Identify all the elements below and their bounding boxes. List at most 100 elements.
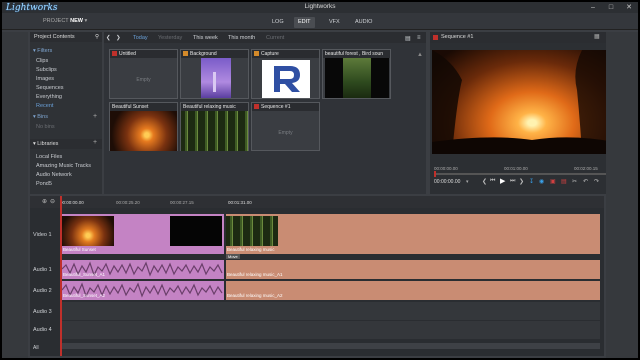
track-lane-audio-3[interactable] xyxy=(62,302,600,320)
timecode-end: 00:02:00.15 xyxy=(574,166,598,171)
minimize-icon[interactable]: – xyxy=(584,2,602,13)
add-bin-icon[interactable]: + xyxy=(93,113,97,120)
mark-out-icon[interactable]: ◉ xyxy=(539,178,544,185)
library-pond5[interactable]: Pond5 xyxy=(36,181,52,187)
track-audio-3[interactable]: Audio 3 xyxy=(30,309,60,315)
filter-recent[interactable]: Recent xyxy=(36,103,53,109)
library-local-files[interactable]: Local Files xyxy=(36,154,62,160)
forward-icon[interactable]: ❯ xyxy=(116,35,121,41)
item-untitled[interactable]: Untitled Empty xyxy=(109,49,178,99)
item-label: Untitled xyxy=(119,51,136,57)
forest-image xyxy=(181,111,248,151)
scroll-up-icon[interactable]: ▲ xyxy=(417,52,423,58)
filter-images[interactable]: Images xyxy=(36,76,54,82)
background-image xyxy=(201,58,231,98)
item-relaxing-music[interactable]: Beautiful relaxing music xyxy=(180,102,249,151)
zoom-out-icon[interactable]: ⊖ xyxy=(50,198,55,205)
filter-sequences[interactable]: Sequences xyxy=(36,85,64,91)
undo-icon[interactable]: ↶ xyxy=(583,178,588,185)
filter-current[interactable]: Current xyxy=(266,35,284,41)
item-label: Capture xyxy=(261,51,279,57)
item-background[interactable]: Background xyxy=(180,49,249,99)
track-all[interactable]: All xyxy=(30,345,60,351)
bins-header[interactable]: ▾ Bins xyxy=(33,114,48,120)
timecode-mid: 00:01:00.00 xyxy=(504,166,528,171)
clip-sunset-a1[interactable]: Beautiful_Sunset_A1 xyxy=(62,260,224,279)
timeline-panel: ⊕ ⊖ 00:00:00.00 00:00:25.20 00:00:27.15 … xyxy=(30,196,604,356)
grid-icon[interactable]: ▦ xyxy=(594,33,600,40)
filter-subclips[interactable]: Subclips xyxy=(36,67,57,73)
ruler-tc-0: 00:00:00.00 xyxy=(60,200,84,205)
cut-icon[interactable]: ✂ xyxy=(572,178,577,185)
search-icon[interactable]: ⚲ xyxy=(95,32,99,42)
clip-beautiful-sunset[interactable]: Beautiful Sunset xyxy=(62,214,224,254)
zoom-in-icon[interactable]: ⊕ xyxy=(42,198,47,205)
tab-log[interactable]: LOG xyxy=(268,17,288,28)
viewer-title: Sequence #1 xyxy=(441,34,474,40)
filters-header[interactable]: ▾ Filters xyxy=(33,48,52,54)
app-window: Lightworks – □ ✕ PROJECT NEW ▾ LOG EDIT … xyxy=(2,2,638,358)
filter-today[interactable]: Today xyxy=(133,35,148,41)
filter-this-month[interactable]: This month xyxy=(228,35,255,41)
maximize-icon[interactable]: □ xyxy=(602,2,620,13)
panel-header: Project Contents ⚲ xyxy=(30,32,102,42)
item-label: Beautiful Sunset xyxy=(112,104,149,110)
title-bar: Lightworks – □ ✕ xyxy=(2,2,638,13)
viewer-position[interactable]: 00:00:00.00 xyxy=(434,179,460,185)
back-icon[interactable]: ❮ xyxy=(106,35,111,41)
track-audio-1[interactable]: Audio 1 xyxy=(30,267,60,273)
view-mode-icon[interactable]: ▤ xyxy=(405,35,411,42)
timeline-playhead[interactable] xyxy=(60,196,62,208)
tab-edit[interactable]: EDIT xyxy=(294,17,315,28)
left-strip xyxy=(2,32,28,358)
play-icon[interactable]: ▶ xyxy=(500,177,505,185)
viewer-scrubber[interactable] xyxy=(434,171,612,177)
menu-icon[interactable]: ≡ xyxy=(417,35,421,41)
item-sequence-1[interactable]: Sequence #1 Empty xyxy=(251,102,320,151)
overwrite-icon[interactable]: ▤ xyxy=(561,178,567,185)
item-capture[interactable]: Capture xyxy=(251,49,320,99)
chevron-down-icon[interactable]: ▾ xyxy=(466,179,469,185)
filter-yesterday[interactable]: Yesterday xyxy=(158,35,182,41)
filter-this-week[interactable]: This week xyxy=(193,35,218,41)
red-chip xyxy=(433,35,438,40)
skip-forward-icon[interactable]: ⏭ xyxy=(510,178,515,185)
skip-back-icon[interactable]: ⏮ xyxy=(490,178,495,185)
clip-thumb-forest xyxy=(226,216,278,246)
clip-label: Beautiful Sunset xyxy=(63,247,96,252)
clip-label: Beautiful_Sunset_A2 xyxy=(63,293,106,298)
clip-label: Beautiful relaxing music_A2 xyxy=(227,293,283,298)
close-icon[interactable]: ✕ xyxy=(620,2,638,13)
insert-icon[interactable]: ▣ xyxy=(550,178,556,185)
mark-in-icon[interactable]: ↧ xyxy=(529,178,534,185)
filter-clips[interactable]: Clips xyxy=(36,58,48,64)
step-forward-icon[interactable]: ❯ xyxy=(519,178,524,185)
track-audio-2[interactable]: Audio 2 xyxy=(30,288,60,294)
step-back-icon[interactable]: ❮ xyxy=(482,178,487,185)
add-library-icon[interactable]: + xyxy=(93,139,97,146)
track-lane-audio-4[interactable] xyxy=(62,321,600,339)
logo-r-icon xyxy=(274,66,300,92)
bins-placeholder: No bins xyxy=(36,124,55,130)
playhead[interactable] xyxy=(434,171,436,177)
track-video-1[interactable]: Video 1 xyxy=(30,232,60,238)
libraries-header[interactable]: ▾ Libraries + xyxy=(30,139,102,149)
tab-audio[interactable]: AUDIO xyxy=(351,17,376,28)
library-audio-network[interactable]: Audio Network xyxy=(36,172,72,178)
clip-relaxing-a2[interactable]: Beautiful relaxing music_A2 xyxy=(226,281,600,300)
filter-everything[interactable]: Everything xyxy=(36,94,62,100)
redo-icon[interactable]: ↷ xyxy=(594,178,599,185)
clip-relaxing-a1[interactable]: Beautiful relaxing music_A1 xyxy=(226,260,600,279)
item-beautiful-sunset[interactable]: Beautiful Sunset xyxy=(109,102,178,151)
sequence-viewer: Sequence #1 ▦ ≡ 00:00:00.00 00:01:00.00 … xyxy=(430,32,616,194)
clip-thumb-black xyxy=(170,216,222,246)
item-forest-bird[interactable]: beautiful forest , Bird soun xyxy=(322,49,391,99)
timeline-scrollbar[interactable] xyxy=(62,343,600,349)
content-browser: ❮ ❯ Today Yesterday This week This month… xyxy=(104,32,426,194)
clip-sunset-a2[interactable]: Beautiful_Sunset_A2 xyxy=(62,281,224,300)
library-amazing-music[interactable]: Amazing Music Tracks xyxy=(36,163,91,169)
tab-vfx[interactable]: VFX xyxy=(325,17,344,28)
track-audio-4[interactable]: Audio 4 xyxy=(30,327,60,333)
timeline-ruler[interactable]: ⊕ ⊖ 00:00:00.00 00:00:25.20 00:00:27.15 … xyxy=(30,196,604,208)
clip-relaxing-music-video[interactable]: Beautiful relaxing music xyxy=(226,214,600,254)
